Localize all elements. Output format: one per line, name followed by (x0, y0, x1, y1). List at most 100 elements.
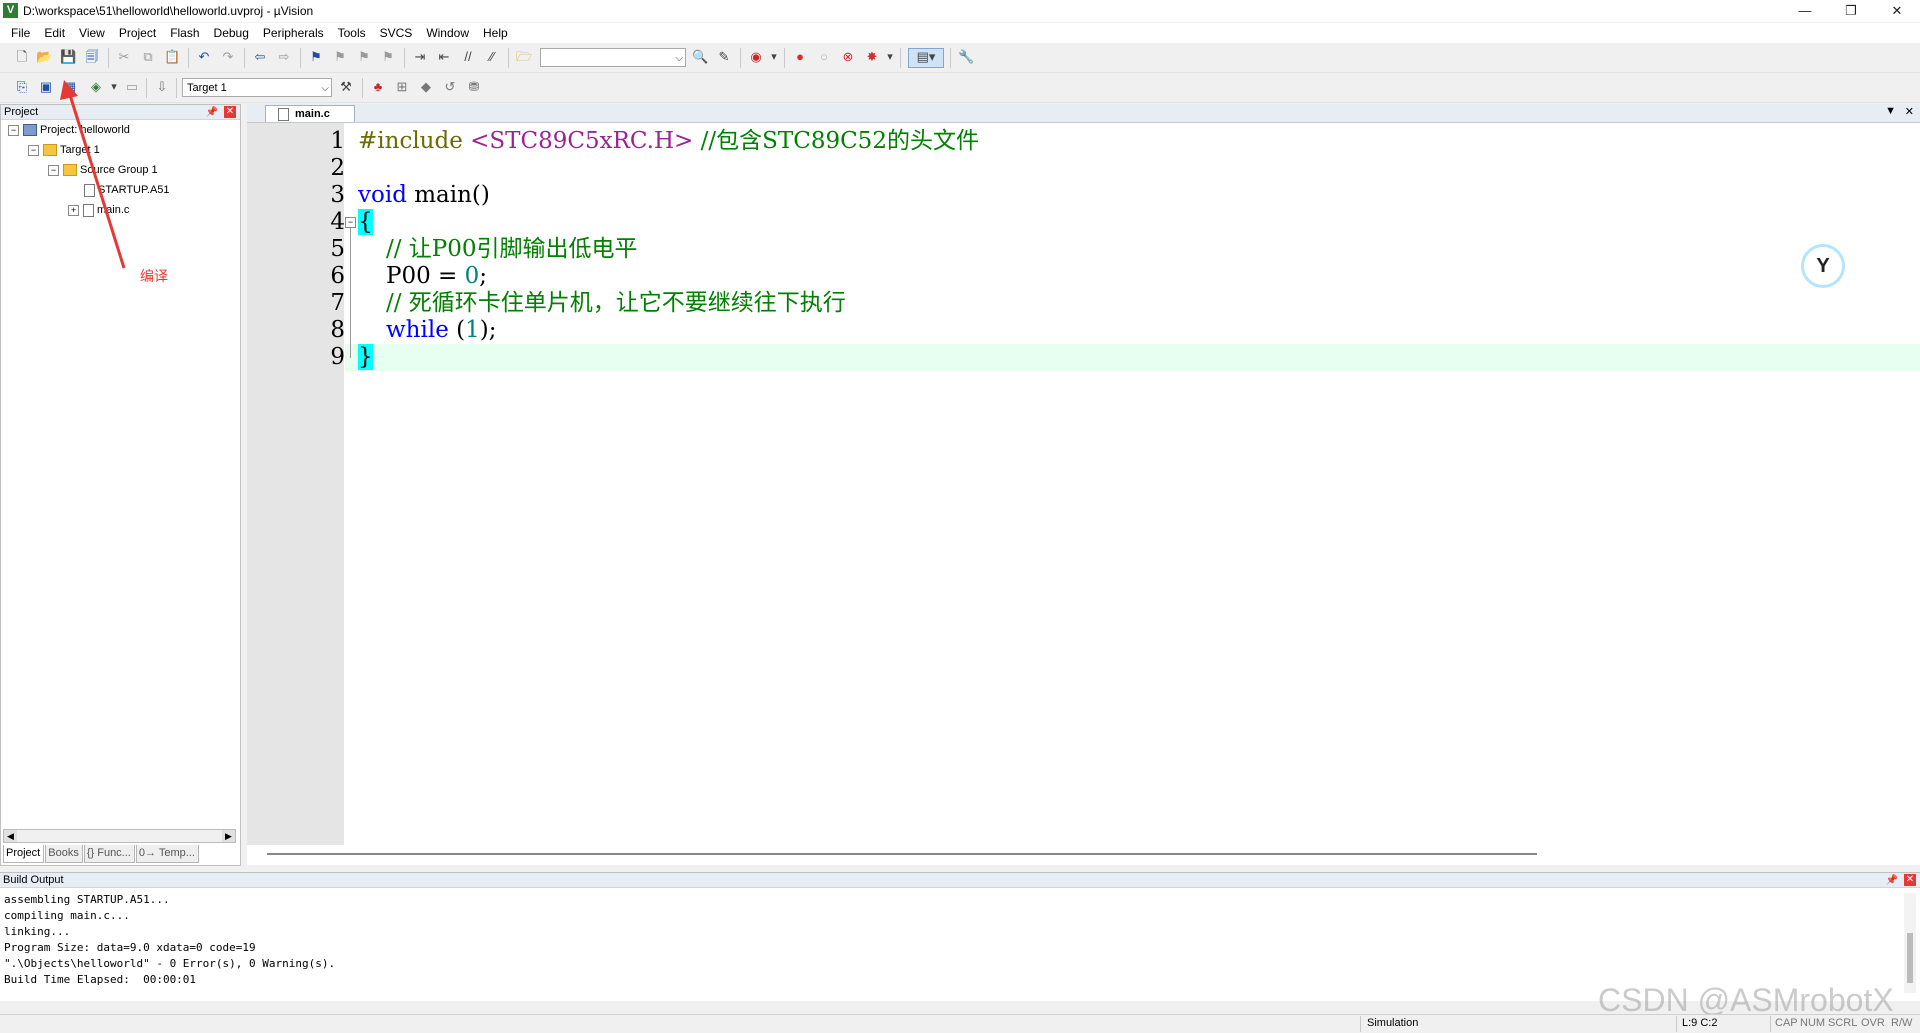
configure-icon[interactable]: 🔧 (958, 49, 974, 65)
annotation-arrow (60, 80, 126, 269)
editor-tab-bar: main.c ▼ ✕ (247, 104, 1920, 123)
output-line: assembling STARTUP.A51... (4, 893, 170, 906)
build-output-title: Build Output (3, 874, 64, 886)
file-extensions-icon[interactable]: ♣ (370, 79, 386, 95)
line-number: 1 (330, 128, 345, 154)
restore-button[interactable]: ❐ (1828, 0, 1874, 22)
line-number: 3 (330, 182, 345, 208)
menu-svcs[interactable]: SVCS (373, 23, 420, 43)
menu-bar: File Edit View Project Flash Debug Perip… (0, 23, 1920, 43)
breakpoint-dropdown-icon[interactable]: ▾ (882, 49, 898, 65)
line-number: 6 (330, 263, 345, 289)
paren-open: ( (448, 317, 466, 343)
close-window-button[interactable]: ✕ (1874, 0, 1920, 22)
code-line-9: } (358, 344, 373, 371)
incremental-find-icon[interactable]: ✎ (716, 49, 732, 65)
menu-peripherals[interactable]: Peripherals (256, 23, 331, 43)
file-icon (278, 107, 289, 121)
status-bar: Simulation L:9 C:2 CAP NUM SCRL OVR R/W (0, 1014, 1920, 1033)
project-panel-tabs: Project Books {} Func... 0→ Temp... (3, 845, 238, 863)
project-horizontal-scrollbar[interactable]: ◀ ▶ (3, 829, 236, 843)
debug-session-icon[interactable]: ◉ (748, 49, 764, 65)
menu-window[interactable]: Window (419, 23, 476, 43)
unindent-icon[interactable]: ⇤ (436, 49, 452, 65)
paren-close: ); (479, 317, 497, 343)
statement-end: ; (479, 263, 488, 289)
code-line-8: while (1); (386, 317, 497, 344)
tab-project[interactable]: Project (3, 845, 45, 863)
tab-books[interactable]: Books (45, 845, 83, 863)
pin-icon[interactable]: 📌 (1886, 873, 1898, 888)
build-output-vertical-scrollbar[interactable] (1904, 893, 1916, 993)
scroll-left-icon[interactable]: ◀ (4, 830, 17, 842)
find-in-files-icon[interactable]: 🗁 (516, 49, 532, 65)
manage-project-items-icon[interactable]: ⊞ (394, 79, 410, 95)
assistant-logo-icon[interactable]: Y (1801, 244, 1845, 288)
scroll-lock-indicator: SCRL (1828, 1017, 1858, 1029)
tab-list-dropdown-icon[interactable]: ▼ (1885, 105, 1896, 117)
line-number: 5 (330, 236, 345, 262)
navigate-forward-icon[interactable]: ⇨ (276, 49, 292, 65)
output-line: compiling main.c... (4, 909, 130, 922)
output-line: ".\Objects\helloworld" - 0 Error(s), 0 W… (4, 957, 336, 970)
bookmark-toggle-icon[interactable]: ⚑ (308, 49, 324, 65)
comment-icon[interactable]: // (460, 49, 476, 65)
breakpoint-insert-icon[interactable]: ● (792, 49, 808, 65)
debug-dropdown-icon[interactable]: ▾ (766, 49, 782, 65)
fold-guide (350, 228, 351, 358)
editor-horizontal-scrollbar[interactable] (267, 853, 1537, 855)
fold-collapse-icon[interactable]: − (345, 217, 356, 228)
scroll-right-icon[interactable]: ▶ (222, 830, 235, 842)
output-line: Build Time Elapsed: 00:00:01 (4, 973, 197, 986)
bookmark-next-icon[interactable]: ⚑ (356, 49, 372, 65)
line-number: 8 (330, 317, 345, 343)
bookmark-prev-icon[interactable]: ⚑ (332, 49, 348, 65)
current-line-highlight (345, 344, 1920, 371)
function-signature: main() (414, 182, 490, 208)
breakpoint-disable-all-icon[interactable]: ⊗ (840, 49, 856, 65)
minimize-button[interactable]: — (1782, 0, 1828, 22)
close-panel-icon[interactable]: ✕ (1904, 874, 1916, 886)
assignment-lhs: P00 = (386, 263, 465, 289)
target-options-icon[interactable]: ⚒ (338, 79, 354, 95)
tab-functions[interactable]: {} Func... (83, 845, 135, 863)
annotation-label: 编译 (140, 268, 168, 284)
output-line: linking... (4, 925, 71, 938)
tab-label: main.c (295, 108, 330, 120)
uncomment-icon[interactable]: ⁄⁄ (484, 49, 500, 65)
code-line-6: P00 = 0; (386, 263, 487, 290)
breakpoint-disable-icon[interactable]: ○ (816, 49, 832, 65)
cursor-position: L:9 C:2 (1682, 1017, 1718, 1029)
close-brace: } (358, 344, 373, 370)
menu-tools[interactable]: Tools (331, 23, 373, 43)
line-number: 7 (330, 290, 345, 316)
tab-main-c[interactable]: main.c (265, 105, 355, 122)
include-header: <STC89C5xRC.H> (470, 128, 694, 154)
open-brace: { (358, 209, 373, 235)
bookmark-clear-icon[interactable]: ⚑ (380, 49, 396, 65)
build-toolbar: ⎘ ▣ ▦ ◈ ▾ ▭ ⇩ Target 1 ⌵ ⚒ ♣ ⊞ ◆ ↺ ⛃ (0, 74, 1920, 103)
breakpoint-kill-all-icon[interactable]: ✸ (864, 49, 880, 65)
find-combo[interactable]: ⌵ (540, 48, 686, 67)
select-packs-icon[interactable]: ◆ (418, 79, 434, 95)
code-line-4: { (358, 209, 373, 236)
manage-rte-icon[interactable]: ↺ (442, 79, 458, 95)
menu-help[interactable]: Help (476, 23, 515, 43)
scroll-thumb[interactable] (1907, 933, 1913, 983)
tab-templates[interactable]: 0→ Temp... (135, 845, 199, 863)
code-comment: // 让P00引脚输出低电平 (386, 236, 638, 262)
close-tab-icon[interactable]: ✕ (1905, 105, 1914, 118)
code-line-5: // 让P00引脚输出低电平 (386, 236, 638, 263)
code-editor[interactable]: 1 2 3 4 5 6 7 8 9 − #include <STC89C5xRC… (247, 123, 1920, 865)
num-lock-indicator: NUM (1800, 1017, 1826, 1029)
indent-icon[interactable]: ⇥ (412, 49, 428, 65)
code-comment: //包含STC89C52的头文件 (700, 128, 979, 154)
number-literal: 1 (465, 317, 480, 343)
find-icon[interactable]: 🔍 (692, 49, 708, 65)
caps-lock-indicator: CAP (1775, 1017, 1798, 1029)
window-layout-icon[interactable]: ▤▾ (908, 48, 944, 68)
line-number: 9 (330, 344, 345, 370)
code-line-3: void main() (358, 182, 490, 209)
build-output-header: Build Output 📌 ✕ (0, 873, 1920, 888)
pack-installer-icon[interactable]: ⛃ (466, 79, 482, 95)
